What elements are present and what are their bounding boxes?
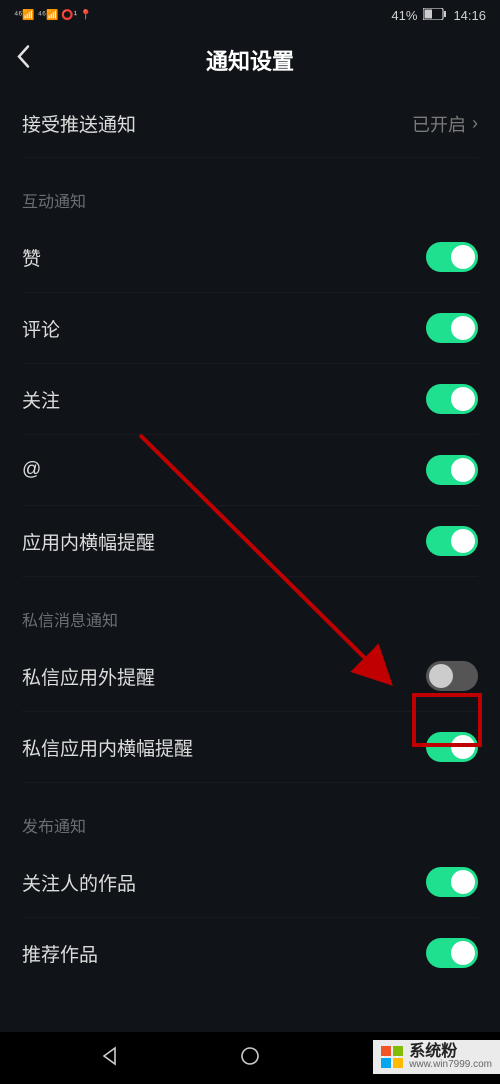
toggle-dm-banner-label: 私信应用内横幅提醒 <box>22 734 193 761</box>
toggle-inapp-banner-label: 应用内横幅提醒 <box>22 528 155 555</box>
toggle-dm-external-row: 私信应用外提醒 <box>22 641 478 712</box>
toggle-followed-works-label: 关注人的作品 <box>22 869 136 896</box>
toggle-like-label: 赞 <box>22 244 41 271</box>
toggle-followed-works[interactable] <box>426 867 478 897</box>
toggle-dm-external-label: 私信应用外提醒 <box>22 663 155 690</box>
toggle-mention-row: @ <box>22 435 478 506</box>
toggle-dm-banner-row: 私信应用内横幅提醒 <box>22 712 478 783</box>
toggle-inapp-banner-row: 应用内横幅提醒 <box>22 506 478 577</box>
toggle-like[interactable] <box>426 242 478 272</box>
watermark-text: 系统粉 <box>409 1044 492 1060</box>
push-notification-row[interactable]: 接受推送通知 已开启 › <box>22 90 478 158</box>
toggle-follow-label: 关注 <box>22 386 60 413</box>
back-button[interactable] <box>16 45 30 76</box>
nav-home-icon[interactable] <box>239 1045 261 1072</box>
toggle-follow[interactable] <box>426 384 478 414</box>
page-title: 通知设置 <box>206 44 294 76</box>
section-interactive-title: 互动通知 <box>22 158 478 222</box>
toggle-mention[interactable] <box>426 455 478 485</box>
watermark-url: www.win7999.com <box>409 1060 492 1070</box>
battery-icon <box>423 8 447 23</box>
push-value: 已开启 <box>412 111 466 137</box>
toggle-like-row: 赞 <box>22 222 478 293</box>
section-publish-title: 发布通知 <box>22 783 478 847</box>
section-dm-title: 私信消息通知 <box>22 577 478 641</box>
toggle-dm-external[interactable] <box>426 661 478 691</box>
toggle-dm-banner[interactable] <box>426 732 478 762</box>
toggle-followed-works-row: 关注人的作品 <box>22 847 478 918</box>
watermark: 系统粉 www.win7999.com <box>373 1040 500 1074</box>
push-label: 接受推送通知 <box>22 110 136 137</box>
microsoft-logo-icon <box>381 1046 403 1068</box>
header: 通知设置 <box>0 30 500 90</box>
toggle-mention-label: @ <box>22 459 41 481</box>
toggle-comment[interactable] <box>426 313 478 343</box>
toggle-recommended-works[interactable] <box>426 938 478 968</box>
toggle-follow-row: 关注 <box>22 364 478 435</box>
toggle-comment-row: 评论 <box>22 293 478 364</box>
toggle-recommended-works-row: 推荐作品 <box>22 918 478 988</box>
battery-pct: 41% <box>391 8 417 23</box>
chevron-right-icon: › <box>472 113 478 134</box>
toggle-recommended-works-label: 推荐作品 <box>22 940 98 967</box>
signal-icons: ⁴⁶📶 ⁴⁶📶 ⭕¹ 📍 <box>14 10 92 21</box>
status-bar: ⁴⁶📶 ⁴⁶📶 ⭕¹ 📍 41% 14:16 <box>0 0 500 30</box>
nav-back-icon[interactable] <box>99 1045 121 1072</box>
toggle-comment-label: 评论 <box>22 315 60 342</box>
clock: 14:16 <box>453 8 486 23</box>
toggle-inapp-banner[interactable] <box>426 526 478 556</box>
